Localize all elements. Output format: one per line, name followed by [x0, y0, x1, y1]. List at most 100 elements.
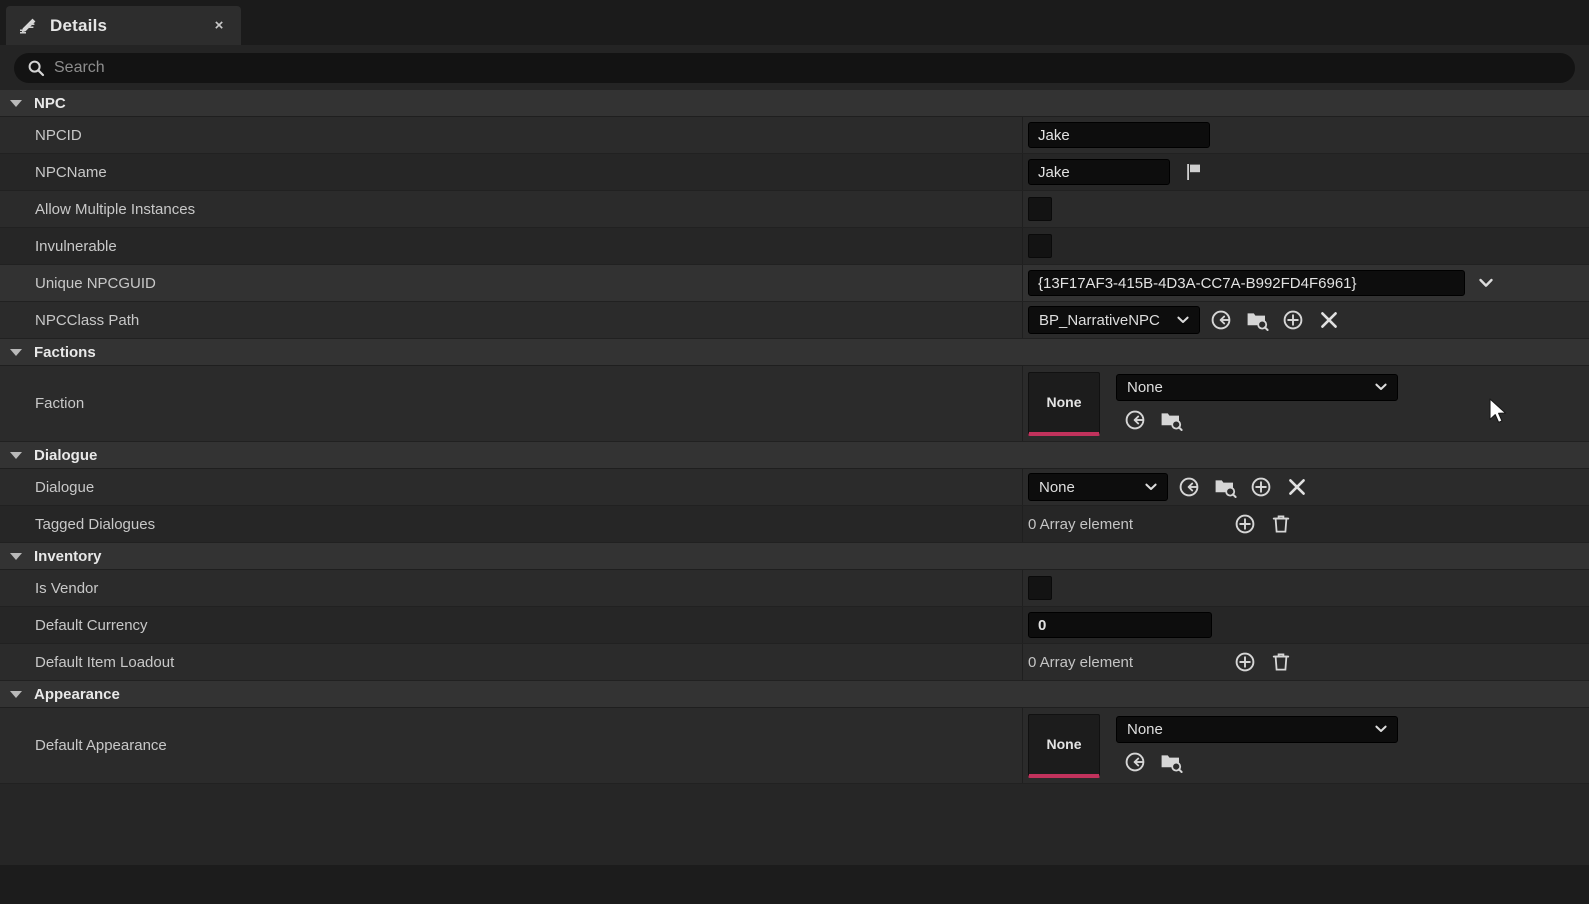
search-row	[0, 45, 1589, 90]
column-splitter[interactable]	[1022, 607, 1023, 643]
section-header-dialogue[interactable]: Dialogue	[0, 442, 1589, 469]
dialogue-dropdown[interactable]: None	[1028, 473, 1168, 501]
panel-footer	[0, 865, 1589, 904]
property-label: Allow Multiple Instances	[35, 200, 196, 218]
column-splitter[interactable]	[1022, 191, 1023, 227]
section-title: Factions	[34, 343, 96, 361]
section-title: Inventory	[34, 547, 102, 565]
column-splitter[interactable]	[1022, 366, 1023, 441]
property-value: {13F17AF3-415B-4D3A-CC7A-B992FD4F6961}	[1028, 270, 1589, 296]
property-value: None	[1028, 473, 1589, 501]
pencil-details-icon	[18, 16, 38, 36]
expand-triangle-icon[interactable]	[10, 690, 22, 698]
faction-dropdown[interactable]: None	[1116, 373, 1398, 401]
chevron-down-icon	[1177, 316, 1189, 323]
property-value: Jake	[1028, 122, 1589, 148]
reset-to-default-icon[interactable]	[1120, 748, 1150, 776]
search-input[interactable]	[54, 58, 1565, 77]
expand-triangle-icon[interactable]	[10, 552, 22, 560]
allow-multiple-instances-checkbox[interactable]	[1028, 197, 1052, 221]
faction-thumbnail[interactable]: None	[1028, 371, 1100, 436]
property-value: None None	[1028, 713, 1589, 778]
reset-to-default-icon[interactable]	[1206, 306, 1236, 334]
reset-to-default-icon[interactable]	[1120, 406, 1150, 434]
npcclass-path-dropdown[interactable]: BP_NarrativeNPC	[1028, 306, 1200, 334]
property-label: Unique NPCGUID	[35, 274, 156, 292]
browse-content-icon[interactable]	[1156, 406, 1186, 434]
expand-triangle-icon[interactable]	[10, 348, 22, 356]
search-box[interactable]	[14, 52, 1575, 83]
chevron-down-icon[interactable]	[1473, 270, 1499, 296]
property-value	[1028, 576, 1589, 600]
property-row-tagged-dialogues: Tagged Dialogues 0 Array element	[0, 506, 1589, 543]
property-label: Default Currency	[35, 616, 148, 634]
column-splitter[interactable]	[1022, 117, 1023, 153]
property-row-allow-multiple-instances: Allow Multiple Instances	[0, 191, 1589, 228]
column-splitter[interactable]	[1022, 469, 1023, 505]
section-header-inventory[interactable]: Inventory	[0, 543, 1589, 570]
property-row-invulnerable: Invulnerable	[0, 228, 1589, 265]
expand-triangle-icon[interactable]	[10, 99, 22, 107]
add-element-icon[interactable]	[1246, 473, 1276, 501]
column-splitter[interactable]	[1022, 644, 1023, 680]
column-splitter[interactable]	[1022, 708, 1023, 783]
delete-icon[interactable]	[1266, 648, 1296, 676]
property-row-default-currency: Default Currency 0	[0, 607, 1589, 644]
browse-content-icon[interactable]	[1156, 748, 1186, 776]
clear-icon[interactable]	[1314, 306, 1344, 334]
property-row-is-vendor: Is Vendor	[0, 570, 1589, 607]
faction-actions	[1114, 406, 1398, 434]
column-splitter[interactable]	[1022, 154, 1023, 190]
section-header-appearance[interactable]: Appearance	[0, 681, 1589, 708]
tab-details[interactable]: Details ×	[6, 6, 241, 45]
invulnerable-checkbox[interactable]	[1028, 234, 1052, 258]
property-label: NPCID	[35, 126, 82, 144]
add-element-icon[interactable]	[1230, 510, 1260, 538]
property-row-npcclass-path: NPCClass Path BP_NarrativeNPC	[0, 302, 1589, 339]
property-row-npcid: NPCID Jake	[0, 117, 1589, 154]
npcid-input[interactable]: Jake	[1028, 122, 1210, 148]
npcclass-path-value: BP_NarrativeNPC	[1039, 311, 1160, 329]
section-header-npc[interactable]: NPC	[0, 90, 1589, 117]
default-appearance-dropdown[interactable]: None	[1116, 715, 1398, 743]
property-list: NPC NPCID Jake NPCName Jake Allow Multip…	[0, 90, 1589, 865]
search-icon	[26, 58, 46, 78]
delete-icon[interactable]	[1266, 510, 1296, 538]
column-splitter[interactable]	[1022, 265, 1023, 301]
column-splitter[interactable]	[1022, 570, 1023, 606]
clear-icon[interactable]	[1282, 473, 1312, 501]
property-value: None None	[1028, 371, 1589, 436]
chevron-down-icon	[1375, 725, 1387, 732]
is-vendor-checkbox[interactable]	[1028, 576, 1052, 600]
property-label: Faction	[35, 395, 85, 412]
flag-icon[interactable]	[1184, 161, 1206, 183]
column-splitter[interactable]	[1022, 506, 1023, 542]
tab-strip: Details ×	[0, 0, 1589, 45]
reset-to-default-icon[interactable]	[1174, 473, 1204, 501]
faction-value: None	[1127, 378, 1163, 396]
unique-npcguid-input[interactable]: {13F17AF3-415B-4D3A-CC7A-B992FD4F6961}	[1028, 270, 1465, 296]
section-header-factions[interactable]: Factions	[0, 339, 1589, 366]
add-element-icon[interactable]	[1230, 648, 1260, 676]
expand-triangle-icon[interactable]	[10, 451, 22, 459]
property-value: 0 Array element	[1028, 510, 1589, 538]
default-item-loadout-count: 0 Array element	[1028, 653, 1134, 671]
details-panel: Details × NPC NPCID Jake	[0, 0, 1589, 904]
default-appearance-thumbnail[interactable]: None	[1028, 713, 1100, 778]
browse-content-icon[interactable]	[1242, 306, 1272, 334]
chevron-down-icon	[1145, 483, 1157, 490]
npcname-input[interactable]: Jake	[1028, 159, 1170, 185]
browse-content-icon[interactable]	[1210, 473, 1240, 501]
column-splitter[interactable]	[1022, 228, 1023, 264]
property-row-npcname: NPCName Jake	[0, 154, 1589, 191]
property-value	[1028, 234, 1589, 258]
property-value: 0	[1028, 612, 1589, 638]
column-splitter[interactable]	[1022, 302, 1023, 338]
default-appearance-actions	[1114, 748, 1398, 776]
add-element-icon[interactable]	[1278, 306, 1308, 334]
section-title: Dialogue	[34, 446, 98, 464]
property-row-default-appearance: Default Appearance None None	[0, 708, 1589, 784]
default-currency-input[interactable]: 0	[1028, 612, 1212, 638]
default-appearance-value: None	[1127, 720, 1163, 738]
close-icon[interactable]: ×	[209, 16, 229, 36]
